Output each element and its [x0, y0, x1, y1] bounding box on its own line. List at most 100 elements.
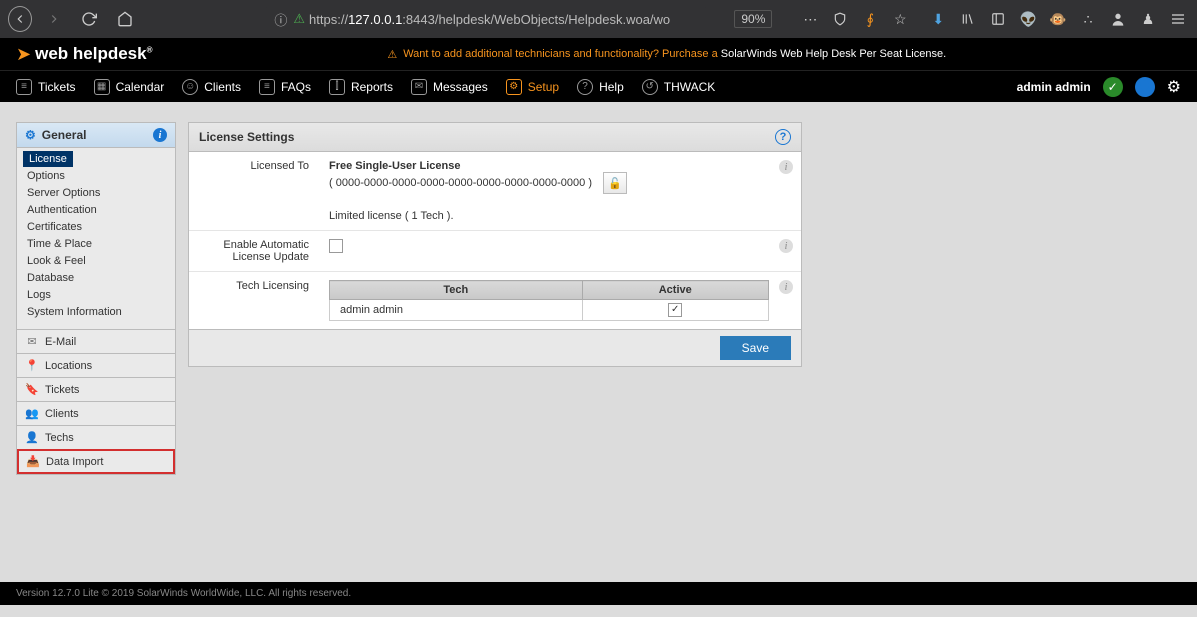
content-panel: License Settings ? Licensed To Free Sing… — [188, 122, 802, 566]
th-tech: Tech — [330, 281, 583, 300]
logo-text: web helpdesk® — [35, 44, 152, 64]
import-icon: 📥 — [26, 455, 40, 468]
settings-icon[interactable]: ⚙ — [1167, 77, 1181, 97]
sidebar-toggle-icon[interactable] — [987, 7, 1009, 31]
download-icon[interactable]: ⬇ — [927, 7, 949, 31]
thwack-icon: ↺ — [642, 79, 658, 95]
star-icon[interactable]: ☆ — [889, 7, 911, 31]
sidebar-item-time-place[interactable]: Time & Place — [23, 236, 169, 252]
row-info-icon[interactable]: i — [779, 239, 793, 253]
save-button[interactable]: Save — [720, 336, 791, 360]
app-logo: ➤ web helpdesk® — [16, 44, 152, 65]
library-icon[interactable] — [957, 7, 979, 31]
sidebar-cat-data-import[interactable]: 📥Data Import — [17, 449, 175, 474]
script-icon[interactable]: ∴ — [1077, 7, 1099, 31]
nav-faqs[interactable]: ≡FAQs — [259, 79, 311, 95]
nav-thwack[interactable]: ↺THWACK — [642, 79, 716, 95]
sidebar-item-server-options[interactable]: Server Options — [23, 185, 169, 201]
shield-icon[interactable] — [829, 7, 851, 31]
tech-licensing-table: TechActive admin admin — [329, 280, 769, 321]
back-button[interactable] — [8, 6, 32, 32]
row-label: Tech Licensing — [189, 272, 319, 329]
sidebar-cat-tickets[interactable]: 🔖Tickets — [17, 377, 175, 401]
panel-footer: Save — [188, 330, 802, 367]
sidebar-cat-locations[interactable]: 📍Locations — [17, 353, 175, 377]
home-button[interactable] — [111, 4, 138, 34]
sidebar-cat-clients[interactable]: 👥Clients — [17, 401, 175, 425]
menu-icon[interactable] — [1167, 7, 1189, 31]
panel-title: License Settings — [199, 130, 294, 144]
zoom-indicator[interactable]: 90% — [734, 10, 772, 28]
sidebar-item-certificates[interactable]: Certificates — [23, 219, 169, 235]
td-tech: admin admin — [330, 300, 583, 321]
warning-icon: ⚠ — [387, 48, 397, 61]
url-bar[interactable]: ⓘ ⚠ https://127.0.0.1:8443/helpdesk/WebO… — [266, 5, 706, 33]
sidebar-item-look-feel[interactable]: Look & Feel — [23, 253, 169, 269]
nav-tickets[interactable]: ≡Tickets — [16, 79, 76, 95]
clients-icon: 👥 — [25, 407, 39, 420]
app-header: ➤ web helpdesk® ⚠ Want to add additional… — [0, 38, 1197, 70]
row-info-icon[interactable]: i — [779, 160, 793, 174]
browser-toolbar: ⓘ ⚠ https://127.0.0.1:8443/helpdesk/WebO… — [0, 0, 1197, 38]
faq-icon: ≡ — [259, 79, 275, 95]
more-icon[interactable]: ⋯ — [799, 7, 821, 31]
promo-banner[interactable]: ⚠ Want to add additional technicians and… — [152, 48, 1181, 61]
chart-icon: ⫿ — [329, 79, 345, 95]
sidebar-item-system-info[interactable]: System Information — [23, 304, 169, 320]
reload-button[interactable] — [75, 4, 102, 34]
info-icon: ⓘ — [274, 10, 287, 29]
user-icon: ☺ — [182, 79, 198, 95]
sidebar-item-options[interactable]: Options — [23, 168, 169, 184]
row-tech-licensing: Tech Licensing TechActive admin admin i — [189, 272, 801, 329]
panel-help-icon[interactable]: ? — [775, 129, 791, 145]
logo-arrow-icon: ➤ — [16, 44, 31, 65]
main-nav: ≡Tickets ▦Calendar ☺Clients ≡FAQs ⫿Repor… — [0, 70, 1197, 102]
sidebar-section-general[interactable]: ⚙ General i — [17, 123, 175, 148]
help-icon: ? — [577, 79, 593, 95]
table-row: admin admin — [330, 300, 769, 321]
sidebar-item-logs[interactable]: Logs — [23, 287, 169, 303]
sidebar-general-list: License Options Server Options Authentic… — [17, 148, 175, 329]
forward-button[interactable] — [40, 4, 67, 34]
nav-reports[interactable]: ⫿Reports — [329, 79, 393, 95]
gear-icon: ⚙ — [25, 128, 36, 142]
sidebar-item-license[interactable]: License — [23, 151, 73, 167]
nav-setup[interactable]: ⚙Setup — [506, 79, 559, 95]
profile-icon[interactable]: 👤 — [1135, 77, 1155, 97]
tech-active-checkbox[interactable] — [668, 303, 682, 317]
techs-icon: 👤 — [25, 431, 39, 444]
greasemonkey-icon[interactable]: 🐵 — [1047, 7, 1069, 31]
gear-icon: ⚙ — [506, 79, 522, 95]
mail-icon: ✉ — [25, 335, 39, 348]
reddit-icon[interactable]: 👽 — [1017, 7, 1039, 31]
setup-sidebar: ⚙ General i License Options Server Optio… — [16, 122, 176, 566]
panel-header: License Settings ? — [188, 122, 802, 151]
info-icon[interactable]: i — [153, 128, 167, 142]
current-user[interactable]: admin admin — [1017, 80, 1091, 94]
nav-clients[interactable]: ☺Clients — [182, 79, 241, 95]
license-note: Limited license ( 1 Tech ). — [329, 210, 769, 222]
sidebar-head-label: General — [42, 128, 87, 142]
account-icon[interactable] — [1107, 7, 1129, 31]
nav-messages[interactable]: ✉Messages — [411, 79, 488, 95]
lock-warn-icon: ⚠ — [293, 11, 305, 27]
sidebar-cat-techs[interactable]: 👤Techs — [17, 425, 175, 449]
sidebar-cat-email[interactable]: ✉E-Mail — [17, 329, 175, 353]
nav-calendar[interactable]: ▦Calendar — [94, 79, 165, 95]
sidebar-item-authentication[interactable]: Authentication — [23, 202, 169, 218]
unlock-button[interactable]: 🔓 — [603, 172, 627, 194]
status-icon[interactable]: ✓ — [1103, 77, 1123, 97]
row-label: Licensed To — [189, 152, 319, 230]
license-serial: ( 0000-0000-0000-0000-0000-0000-0000-000… — [329, 177, 592, 189]
row-info-icon[interactable]: i — [779, 280, 793, 294]
nav-help[interactable]: ?Help — [577, 79, 624, 95]
sidebar-item-database[interactable]: Database — [23, 270, 169, 286]
main-area: ⚙ General i License Options Server Optio… — [0, 102, 1197, 566]
url-text: https://127.0.0.1:8443/helpdesk/WebObjec… — [309, 12, 670, 27]
lamp-icon[interactable]: ♟ — [1137, 7, 1159, 31]
th-active: Active — [582, 281, 769, 300]
auto-update-checkbox[interactable] — [329, 239, 343, 253]
mail-icon: ✉ — [411, 79, 427, 95]
location-icon: 📍 — [25, 359, 39, 372]
note-icon[interactable]: ∮ — [859, 7, 881, 31]
